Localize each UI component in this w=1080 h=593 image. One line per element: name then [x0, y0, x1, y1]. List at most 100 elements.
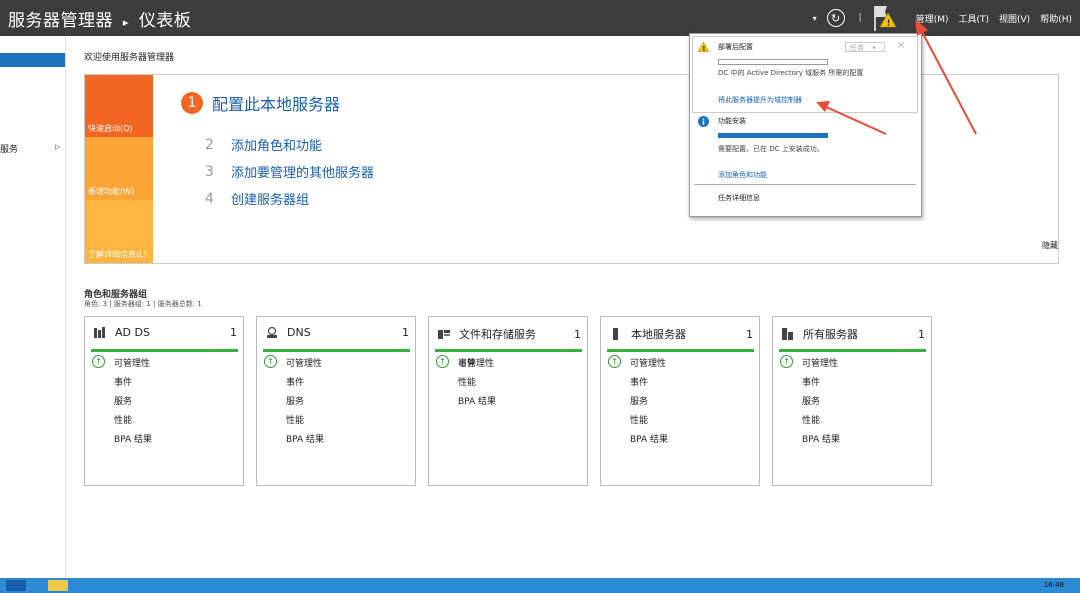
task-details-link[interactable]: 任务详细信息 [718, 193, 760, 203]
add-roles-link[interactable]: 添加角色和功能 [718, 170, 767, 180]
notifications-flag-icon[interactable]: ! [870, 3, 898, 33]
roles-summary: 角色: 3 | 服务器组: 1 | 服务器总数: 1 [84, 300, 202, 308]
tile-row-events[interactable]: 事件 [630, 375, 648, 388]
tile-row-manageability[interactable]: 可管理性 [458, 356, 494, 369]
tile-row-performance[interactable]: 性能 [286, 413, 304, 426]
learn-more-tab[interactable]: 了解详细信息(L) [85, 200, 153, 263]
tile-count: 1 [574, 327, 581, 341]
step-link[interactable]: 添加角色和功能 [231, 135, 322, 154]
tile-row-performance[interactable]: 性能 [114, 413, 132, 426]
task-dropdown[interactable]: 任务 ▾ [845, 42, 885, 52]
up-arrow-icon: ↑ [92, 355, 105, 368]
tile-header[interactable]: 所有服务器 1 [781, 326, 926, 342]
status-bar [435, 349, 582, 352]
step-number: 4 [205, 190, 214, 207]
notifications-popup: ! 部署后配置 任务 ▾ × DC 中的 Active Directory 域服… [689, 33, 922, 217]
file-explorer-icon[interactable] [48, 580, 68, 591]
tile-row-manageability[interactable]: 可管理性 [114, 356, 150, 369]
start-button[interactable] [6, 580, 26, 591]
tile-row-manageability[interactable]: 可管理性 [630, 356, 666, 369]
tile-title: AD DS [115, 326, 150, 339]
ad-ds-icon [93, 326, 106, 339]
local-server-icon [609, 328, 622, 340]
tile-row-performance[interactable]: 性能 [802, 413, 820, 426]
step-number: 1 [181, 92, 203, 114]
divider [694, 184, 916, 185]
tile-row-bpa[interactable]: BPA 结果 [630, 432, 668, 445]
status-bar [91, 349, 238, 352]
status-bar [779, 349, 926, 352]
close-icon[interactable]: × [897, 40, 905, 51]
tile-header[interactable]: 文件和存储服务 1 [437, 326, 582, 342]
feature-notification-description: 需要配置。已在 DC 上安装成功。 [718, 145, 824, 153]
tile-row-events[interactable]: 事件 [114, 375, 132, 388]
tile-header[interactable]: DNS 1 [265, 326, 410, 339]
tile-row-performance[interactable]: 性能 [458, 375, 476, 388]
step-number: 2 [205, 136, 214, 153]
tile-header[interactable]: 本地服务器 1 [609, 326, 754, 342]
breadcrumb: 服务器管理器 ▸ 仪表板 [8, 6, 191, 31]
whats-new-label: 新增功能(W) [88, 187, 135, 196]
tile-count: 1 [230, 326, 237, 339]
quick-start-tab[interactable]: 快速启动(Q) [85, 75, 153, 137]
hide-button[interactable]: 隐藏 [1042, 240, 1058, 251]
promote-to-dc-link[interactable]: 将此服务器提升为域控制器 [718, 95, 802, 105]
sidebar-item-services[interactable]: 服务 [0, 142, 18, 155]
tile-header[interactable]: AD DS 1 [93, 326, 238, 339]
step-create-group[interactable]: 4 创建服务器组 [205, 189, 309, 209]
up-arrow-icon: ↑ [608, 355, 621, 368]
role-tile-dns[interactable]: DNS 1 ↑ 可管理性 事件 服务 性能 BPA 结果 [256, 316, 416, 486]
title-bar-actions: ▾ ↻ | ! 管理(M) 工具(T) 视图(V) 帮助(H) [813, 0, 1072, 36]
tile-row-bpa[interactable]: BPA 结果 [802, 432, 840, 445]
divider: | [858, 13, 862, 23]
tile-row-events[interactable]: 事件 [286, 375, 304, 388]
sidebar-item-dashboard[interactable] [0, 53, 65, 67]
menu-manage[interactable]: 管理(M) [916, 12, 949, 25]
tile-row-manageability[interactable]: 可管理性 [802, 356, 838, 369]
tile-title: 文件和存储服务 [459, 328, 536, 341]
tile-row-manageability[interactable]: 可管理性 [286, 356, 322, 369]
menu-help[interactable]: 帮助(H) [1040, 12, 1072, 25]
role-tile-local-server[interactable]: 本地服务器 1 ↑ 可管理性 事件 服务 性能 BPA 结果 [600, 316, 760, 486]
info-icon [698, 116, 709, 129]
role-tile-all-servers[interactable]: 所有服务器 1 ↑ 可管理性 事件 服务 性能 BPA 结果 [772, 316, 932, 486]
role-tile-ad-ds[interactable]: AD DS 1 ↑ 可管理性 事件 服务 性能 BPA 结果 [84, 316, 244, 486]
tile-row-services[interactable]: 服务 [114, 394, 132, 407]
menu-tools[interactable]: 工具(T) [958, 12, 989, 25]
status-bar [607, 349, 754, 352]
deploy-progress-bar [718, 59, 828, 65]
step-add-servers[interactable]: 3 添加要管理的其他服务器 [205, 162, 374, 182]
role-tile-file-storage[interactable]: 文件和存储服务 1 事件 性能 BPA 结果 ↑ 可管理性 [428, 316, 588, 486]
step-add-roles[interactable]: 2 添加角色和功能 [205, 135, 322, 155]
chevron-down-icon: ▾ [872, 44, 876, 52]
up-arrow-icon: ↑ [780, 355, 793, 368]
whats-new-tab[interactable]: 新增功能(W) [85, 137, 153, 200]
tile-row-services[interactable]: 服务 [286, 394, 304, 407]
all-servers-icon [781, 328, 794, 340]
menu-view[interactable]: 视图(V) [999, 12, 1030, 25]
breadcrumb-separator: ▸ [122, 16, 129, 29]
tile-count: 1 [746, 327, 753, 341]
deploy-notification-description: DC 中的 Active Directory 域服务 所需的配置 [718, 69, 864, 77]
tile-row-bpa[interactable]: BPA 结果 [114, 432, 152, 445]
step-number: 3 [205, 163, 214, 180]
status-bar [263, 349, 410, 352]
tile-count: 1 [402, 326, 409, 339]
tile-row-services[interactable]: 服务 [802, 394, 820, 407]
refresh-icon[interactable]: ↻ [826, 9, 845, 27]
tile-row-events[interactable]: 事件 [802, 375, 820, 388]
tile-row-performance[interactable]: 性能 [630, 413, 648, 426]
warning-icon: ! [697, 41, 710, 54]
tile-row-services[interactable]: 服务 [630, 394, 648, 407]
tile-row-bpa[interactable]: BPA 结果 [286, 432, 324, 445]
step-link[interactable]: 创建服务器组 [231, 189, 309, 208]
step-configure-local-server[interactable]: 1 配置此本地服务器 [181, 91, 340, 115]
step-link[interactable]: 配置此本地服务器 [212, 91, 340, 115]
tile-row-bpa[interactable]: BPA 结果 [458, 394, 496, 407]
learn-more-label: 了解详细信息(L) [88, 250, 147, 259]
sidebar: 服务 ▷ [0, 36, 66, 578]
step-link[interactable]: 添加要管理的其他服务器 [231, 162, 374, 181]
dropdown-arrow-icon[interactable]: ▾ [813, 14, 817, 23]
chevron-right-icon[interactable]: ▷ [55, 143, 60, 151]
tile-title: 所有服务器 [803, 328, 858, 341]
